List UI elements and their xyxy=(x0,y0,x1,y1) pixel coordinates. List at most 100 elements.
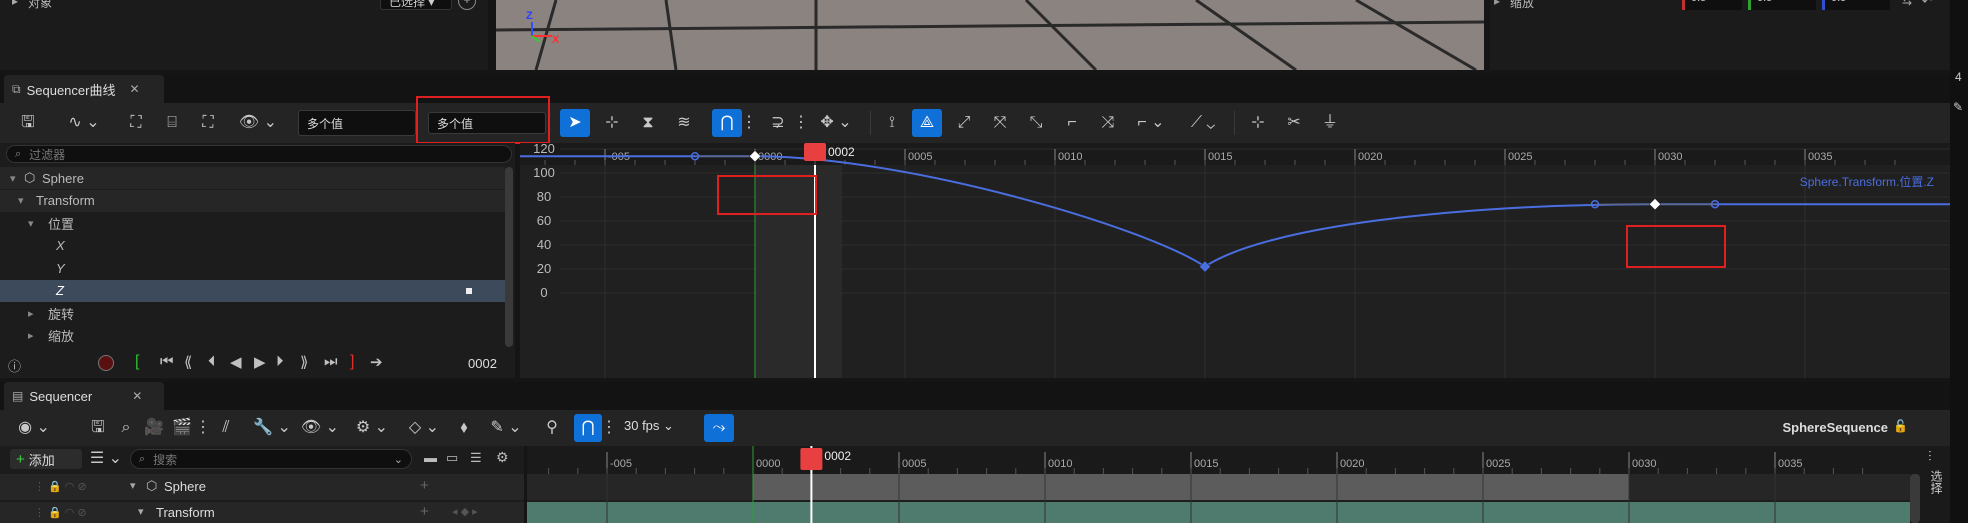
expand-icon[interactable]: ▭ xyxy=(446,450,458,466)
pencil-icon[interactable]: ✎ xyxy=(1953,100,1963,114)
sequencer-timeline[interactable]: -005 0000 0005 0010 0015 0020 0025 0030 0035 0002 xyxy=(527,446,1910,523)
record-icon[interactable] xyxy=(98,355,114,371)
multi-scale-tool-icon[interactable]: ≋ xyxy=(670,111,698,135)
tools-wrench-icon[interactable]: 🔧 ⌄ xyxy=(252,416,292,440)
tab-sequencer[interactable]: ▤ Sequencer ✕ xyxy=(4,382,164,410)
track-row-transform[interactable]: ⋮ 🔒 ◠ ⊘ ▾ Transform + ◂ ◆ ▸ xyxy=(0,502,524,523)
curve-visible-indicator[interactable] xyxy=(466,287,472,294)
save-icon[interactable]: 🖫 xyxy=(16,111,40,135)
clapper-icon[interactable]: 🎬 xyxy=(170,416,194,440)
graph-icon[interactable]: ⫽ xyxy=(214,416,238,440)
tree-expand-icon[interactable]: ▸ xyxy=(28,307,34,320)
curve-tree-item[interactable]: ▾ ⬡ Sphere xyxy=(0,167,505,189)
view-options-eye-icon[interactable]: 👁 ⌄ xyxy=(238,111,278,135)
prev-key-icon[interactable]: ⟪ xyxy=(184,353,192,371)
fps-dropdown[interactable]: 30 fps ⌄ xyxy=(624,418,674,434)
move-axis-icon[interactable]: ✥ ⌄ xyxy=(816,111,856,135)
search-dropdown-icon[interactable]: ⌄ xyxy=(394,453,403,466)
filter-input[interactable]: ⌕ 过滤器 xyxy=(6,145,512,163)
next-key-icon[interactable]: ⟫ xyxy=(300,353,308,371)
track-visibility-icons[interactable]: ⋮ 🔒 ◠ ⊘ xyxy=(34,480,87,493)
frame-horizontal-icon[interactable]: ⌸ xyxy=(160,111,184,135)
expand-arrow-icon[interactable]: ▸ xyxy=(12,0,18,8)
playback-end-icon[interactable]: ] xyxy=(350,353,354,371)
key-nav-icons[interactable]: ◂ ◆ ▸ xyxy=(452,505,478,518)
loop-icon[interactable]: ➔ xyxy=(370,353,383,371)
save-sequence-icon[interactable]: 🖫 xyxy=(86,416,110,440)
close-sequencer-tab-icon[interactable]: ✕ xyxy=(132,389,142,403)
list-icon[interactable]: ☰ xyxy=(470,450,482,466)
more-icon[interactable]: ⋮ xyxy=(195,416,211,440)
track-row-sphere[interactable]: ⋮ 🔒 ◠ ⊘ ▾ ⬡ Sphere + xyxy=(0,474,524,500)
curve-tree-item[interactable]: ▸ 缩放 xyxy=(0,325,505,347)
selection-dropdown[interactable]: 已选择 ▾ xyxy=(380,0,452,10)
retime-tool-icon[interactable]: ⧗ xyxy=(634,111,662,135)
tangent-smart-auto-icon[interactable]: ⟁ xyxy=(912,109,942,137)
value-field-1[interactable]: 多个值 xyxy=(298,110,416,136)
brush-icon[interactable]: ✎ ⌄ xyxy=(486,416,526,440)
track-add-icon[interactable]: + xyxy=(420,503,429,520)
view-eye-icon[interactable]: 👁 ⌄ xyxy=(300,416,340,440)
tree-expand-icon[interactable]: ▾ xyxy=(28,217,34,230)
sequence-lock-icon[interactable]: 🔓 xyxy=(1893,419,1908,433)
marker-pin-icon[interactable]: ⚲ xyxy=(540,416,564,440)
snap-options-icon[interactable]: ⋮ xyxy=(741,111,757,135)
tree-expand-icon[interactable]: ▸ xyxy=(28,329,34,342)
snap-more-icon[interactable]: ⋮ xyxy=(601,416,617,440)
seq-playhead-marker[interactable] xyxy=(800,448,823,470)
play-icon[interactable]: ▶ xyxy=(254,353,266,371)
collapse-all-icon[interactable]: ▬ xyxy=(424,450,437,465)
curve-graph[interactable]: 120 100 80 60 40 20 0 -005 0000 0005 0010 0015 0020 0… xyxy=(520,143,1950,378)
transform-track-bar[interactable] xyxy=(527,502,1910,523)
selection-side-tab[interactable]: 选择 xyxy=(1928,470,1945,494)
next-frame-icon[interactable]: ⏵ xyxy=(276,353,284,370)
curve-tree-item[interactable]: ▾ 位置 xyxy=(0,212,505,234)
snap-magnet-icon[interactable]: ⋂ xyxy=(712,109,742,137)
viewport[interactable]: Z X xyxy=(496,0,1484,70)
tangent-flatten-icon[interactable]: ⤨ xyxy=(1094,111,1122,135)
straighten-keys-icon[interactable]: ✂ xyxy=(1280,111,1308,135)
add-circle-icon[interactable]: + xyxy=(458,0,476,10)
scale-x-field[interactable]: 0.5 xyxy=(1682,0,1742,10)
play-reverse-icon[interactable]: ◀ xyxy=(230,353,242,371)
track-expand-icon[interactable]: ▾ xyxy=(130,479,136,492)
sequencer-timeline-svg[interactable]: -005 0000 0005 0010 0015 0020 0025 0030 0035 0002 xyxy=(527,446,1910,523)
curve-editor-toggle-icon[interactable]: ⤳ xyxy=(704,414,734,442)
curve-tree-item[interactable]: ▸ 旋转 xyxy=(0,302,505,324)
curve-graph-svg[interactable]: 120100806040200-005 0000 0005 0010 0015 0020 0… xyxy=(520,143,1950,378)
prev-frame-icon[interactable]: ⏴ xyxy=(208,353,216,370)
post-infinity-icon[interactable]: ⟋ ⌄ xyxy=(1182,111,1224,135)
collapse-arrow-icon[interactable]: ▸ xyxy=(1494,0,1500,8)
frame-vertical-icon[interactable]: ⛶ xyxy=(196,111,220,135)
tangent-auto-icon[interactable]: ⟟ xyxy=(878,111,906,135)
filter-tracks-icon[interactable]: ☰ ⌄ xyxy=(88,449,124,469)
curve-view-mode-icon[interactable]: ∿ ⌄ xyxy=(62,111,106,135)
filter-curve-icon[interactable]: ⏚ xyxy=(1316,111,1344,135)
outliner-settings-icon[interactable]: ⚙ xyxy=(496,449,509,466)
curve-tree-item[interactable]: Y xyxy=(0,257,505,279)
reset-icon[interactable]: ↶ xyxy=(1922,0,1932,8)
value-field-2[interactable]: 多个值 xyxy=(428,112,546,134)
more-options-icon[interactable]: ⋮ xyxy=(793,111,809,135)
tangent-break-icon[interactable]: ⤧ xyxy=(986,111,1014,135)
jump-end-icon[interactable]: ⏭ xyxy=(324,353,338,370)
tangent-user-icon[interactable]: ⤢ xyxy=(950,111,978,135)
current-frame[interactable]: 0002 xyxy=(468,356,497,371)
playhead-marker[interactable] xyxy=(804,143,826,161)
flatten-keys-icon[interactable]: ⊹ xyxy=(1244,111,1272,135)
fill-icon[interactable]: ⬧ xyxy=(452,416,476,440)
normalize-icon[interactable]: ⊋ xyxy=(764,111,792,135)
sliders-icon[interactable]: ⫶ xyxy=(1928,448,1932,465)
jump-start-icon[interactable]: ⏮ xyxy=(160,353,174,370)
curve-tree-item[interactable]: ▾ Transform xyxy=(0,189,505,212)
curve-tree-item[interactable]: X xyxy=(0,235,505,257)
sequencer-time-ruler[interactable] xyxy=(527,446,1910,474)
tree-expand-icon[interactable]: ▾ xyxy=(18,194,24,207)
add-track-button[interactable]: + 添加 xyxy=(10,449,82,469)
world-icon[interactable]: ◉ ⌄ xyxy=(14,416,54,440)
tree-expand-icon[interactable]: ▾ xyxy=(10,172,16,185)
settings-gear-icon[interactable]: ⚙ ⌄ xyxy=(352,416,392,440)
tab-sequencer-curves[interactable]: ⧉ Sequencer曲线 ✕ xyxy=(4,75,164,103)
tangent-constant-icon[interactable]: ⌐ xyxy=(1058,111,1086,135)
close-tab-icon[interactable]: ✕ xyxy=(129,82,139,96)
